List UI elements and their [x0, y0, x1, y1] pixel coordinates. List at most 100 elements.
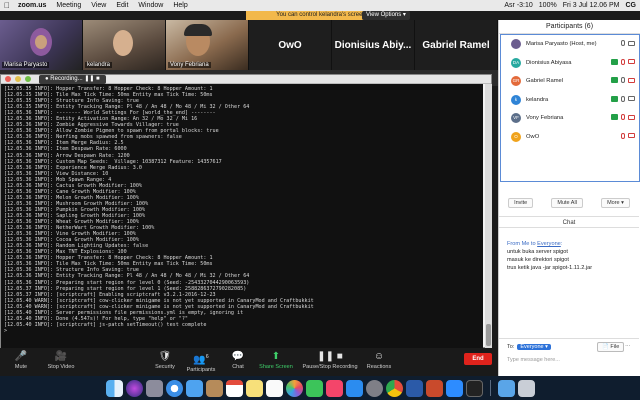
video-tile-owo[interactable]: OwO — [249, 20, 332, 70]
chat-recipient: Everyone — [537, 241, 561, 247]
prayer-status[interactable]: Asr -3:10 — [504, 2, 532, 9]
participant-row[interactable]: O OwO — [501, 128, 639, 147]
stop-video-button[interactable]: 🎥 Stop Video — [44, 350, 78, 370]
close-dot-icon[interactable] — [5, 76, 11, 82]
menu-help[interactable]: Help — [173, 2, 187, 9]
camera-icon[interactable] — [628, 133, 635, 138]
participants-title: Participants (6) — [499, 20, 640, 34]
microphone-icon[interactable] — [621, 95, 625, 102]
to-value[interactable]: Everyone ▾ — [517, 344, 551, 350]
chat-title: Chat — [499, 216, 639, 228]
reminders-icon[interactable] — [265, 379, 283, 397]
participant-status-icons — [621, 132, 635, 139]
minimize-dot-icon[interactable] — [15, 76, 21, 82]
invite-button[interactable]: Invite — [508, 198, 534, 208]
user-initials[interactable]: CG — [626, 2, 637, 9]
downloads-icon[interactable] — [497, 379, 515, 397]
chat-to-selector[interactable]: To: Everyone ▾ — [507, 344, 551, 350]
menu-window[interactable]: Window — [138, 2, 163, 9]
microphone-icon[interactable] — [621, 40, 625, 46]
chat-button[interactable]: 💬 Chat — [226, 350, 250, 370]
mute-button[interactable]: 🎤 Mute — [8, 350, 34, 370]
video-name: Vony Febriana — [168, 62, 211, 68]
avatar: VF — [511, 113, 521, 124]
camera-icon[interactable] — [628, 59, 635, 64]
microphone-icon[interactable] — [621, 132, 625, 139]
camera-icon[interactable] — [628, 40, 635, 46]
more-button[interactable]: More ▾ — [601, 198, 630, 208]
microphone-icon[interactable] — [621, 77, 625, 83]
file-button[interactable]: 📄 File — [597, 342, 625, 352]
trash-icon[interactable] — [517, 379, 535, 397]
share-screen-button[interactable]: ⬆ Share Screen — [257, 350, 295, 370]
video-name: Dionisius Abiy... — [334, 39, 412, 51]
menu-app[interactable]: zoom.us — [18, 2, 46, 9]
menu-bar:  zoom.us Meeting View Edit Window Help … — [0, 0, 640, 11]
clock[interactable]: Fri 3 Jul 12.06 PM — [563, 2, 620, 9]
video-tile-dionisius[interactable]: Dionisius Abiy... — [332, 20, 415, 70]
video-tile-vony[interactable]: Vony Febriana — [166, 20, 249, 70]
participant-row[interactable]: Marisa Paryasto (Host, me) — [501, 35, 639, 54]
menu-view[interactable]: View — [91, 2, 106, 9]
calendar-icon[interactable] — [225, 379, 243, 397]
chrome-icon[interactable] — [385, 379, 403, 397]
powerpoint-icon[interactable] — [425, 379, 443, 397]
mail-icon[interactable] — [185, 379, 203, 397]
participant-row[interactable]: GR Gabriel Ramel — [501, 72, 639, 91]
microphone-icon[interactable] — [621, 114, 625, 120]
menu-edit[interactable]: Edit — [116, 2, 128, 9]
shield-icon: 🛡 — [158, 351, 172, 362]
zoom-dot-icon[interactable] — [25, 76, 31, 82]
security-button[interactable]: 🛡 Security — [150, 350, 180, 370]
chat-from-suffix: : — [560, 241, 563, 247]
siri-icon[interactable] — [125, 379, 143, 397]
view-options-button[interactable]: View Options ▾ — [362, 11, 410, 20]
system-preferences-icon[interactable] — [365, 379, 383, 397]
participants-count: 6 — [205, 354, 209, 360]
camera-icon[interactable] — [628, 96, 635, 101]
apple-icon[interactable]:  — [4, 1, 10, 10]
facetime-icon[interactable] — [305, 379, 323, 397]
chat-more-icon[interactable]: … — [625, 342, 631, 348]
participant-row[interactable]: VF Vony Febriana — [501, 109, 639, 128]
terminal-icon[interactable] — [465, 379, 483, 397]
pause-recording-button[interactable]: ❚❚ ■ Pause/Stop Recording — [300, 350, 360, 370]
menu-meeting[interactable]: Meeting — [56, 2, 81, 9]
launchpad-icon[interactable] — [145, 379, 163, 397]
microphone-icon[interactable] — [621, 58, 625, 65]
video-strip: Marisa Paryasto kelandra Vony Febriana O… — [0, 20, 498, 70]
photos-icon[interactable] — [285, 379, 303, 397]
word-icon[interactable] — [405, 379, 423, 397]
participant-name: Vony Febriana — [526, 115, 564, 122]
end-meeting-button[interactable]: End — [464, 353, 492, 365]
chat-input[interactable]: Type message here... — [507, 357, 633, 363]
chat-message: masuk ke direktori spigot — [507, 257, 569, 263]
zoom-icon[interactable] — [445, 379, 463, 397]
scroll-thumb[interactable] — [486, 324, 491, 346]
safari-icon[interactable] — [165, 379, 183, 397]
video-name: OwO — [278, 39, 302, 51]
mute-all-button[interactable]: Mute All — [551, 198, 583, 208]
notes-icon[interactable] — [245, 379, 263, 397]
remote-control-icon — [611, 58, 618, 65]
camera-icon[interactable] — [628, 77, 635, 83]
chat-bubble-icon: 💬 — [231, 351, 245, 362]
terminal-output[interactable]: [12.05.35 INFO]: Hopper Transfer: 8 Hopp… — [1, 84, 483, 348]
camera-icon[interactable] — [628, 114, 635, 120]
participant-row[interactable]: DA Dionisius Abiyasa — [501, 54, 639, 73]
participant-row[interactable]: k kelandra — [501, 91, 639, 110]
finder-icon[interactable] — [105, 379, 123, 397]
chat-message: untuk buka server spigot — [507, 249, 568, 255]
video-tile-marisa[interactable]: Marisa Paryasto — [0, 20, 83, 70]
app-store-icon[interactable] — [345, 379, 363, 397]
reactions-button[interactable]: ☺ Reactions — [364, 350, 394, 370]
music-icon[interactable] — [325, 379, 343, 397]
video-tile-kelandra[interactable]: kelandra — [83, 20, 166, 70]
terminal-scrollbar[interactable] — [485, 84, 492, 348]
video-tile-gabriel[interactable]: Gabriel Ramel — [415, 20, 498, 70]
participant-name: Gabriel Ramel — [526, 78, 564, 85]
contacts-icon[interactable] — [205, 379, 223, 397]
battery-label[interactable]: 100% — [539, 2, 557, 9]
participants-button[interactable]: 👥6 Participants — [184, 350, 218, 373]
recording-indicator[interactable]: ● Recording... ❚❚ ■ — [39, 75, 106, 84]
